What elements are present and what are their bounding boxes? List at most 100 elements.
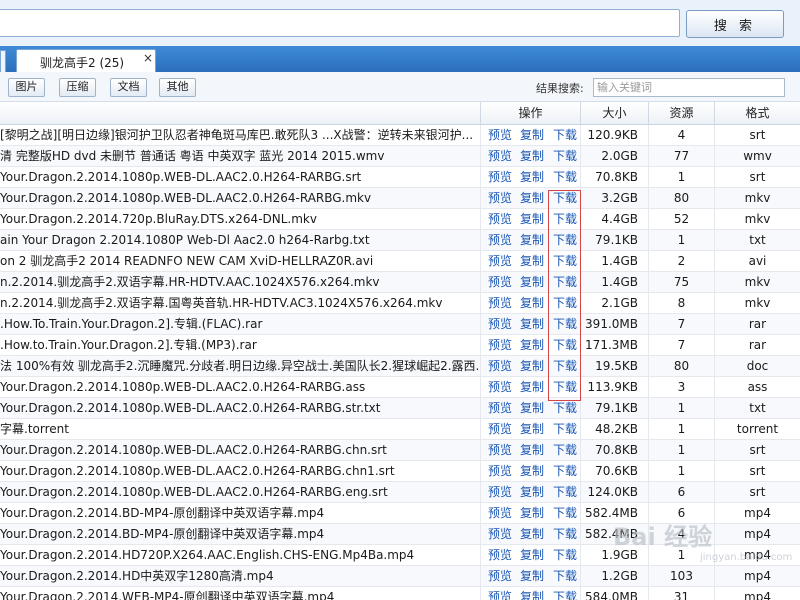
copy-link[interactable]: 复制 [520,125,544,146]
copy-link[interactable]: 复制 [520,314,544,335]
copy-link[interactable]: 复制 [520,587,544,600]
table-row[interactable]: 法 100%有效 驯龙高手2.沉睡魔咒.分歧者.明日边缘.异空战士.美国队长2.… [0,356,800,377]
tab-previous[interactable] [0,50,6,72]
preview-link[interactable]: 预览 [488,377,512,398]
file-name[interactable]: Your.Dragon.2.2014.WEB-MP4-原创翻译中英双语字幕.mp… [0,587,480,600]
file-name[interactable]: n.2.2014.驯龙高手2.双语字幕.国粤英音轨.HR-HDTV.AC3.10… [0,293,480,314]
search-input[interactable] [0,9,680,37]
preview-link[interactable]: 预览 [488,566,512,587]
preview-link[interactable]: 预览 [488,251,512,272]
file-name[interactable]: Your.Dragon.2.2014.1080p.WEB-DL.AAC2.0.H… [0,440,480,461]
preview-link[interactable]: 预览 [488,419,512,440]
preview-link[interactable]: 预览 [488,356,512,377]
download-link[interactable]: 下载 [553,335,577,356]
download-link[interactable]: 下载 [553,293,577,314]
preview-link[interactable]: 预览 [488,587,512,600]
copy-link[interactable]: 复制 [520,419,544,440]
preview-link[interactable]: 预览 [488,398,512,419]
file-name[interactable]: [黎明之战][明日边缘]银河护卫队忍者神龟斑马库巴.敢死队3 ...X战警：逆转… [0,125,480,146]
table-row[interactable]: Your.Dragon.2.2014.BD-MP4-原创翻译中英双语字幕.mp4… [0,503,800,524]
file-name[interactable]: on 2 驯龙高手2 2014 READNFO NEW CAM XviD-HEL… [0,251,480,272]
table-row[interactable]: n.2.2014.驯龙高手2.双语字幕.国粤英音轨.HR-HDTV.AC3.10… [0,293,800,314]
table-row[interactable]: 清 完整版HD dvd 未删节 普通话 粤语 中英双字 蓝光 2014 2015… [0,146,800,167]
table-row[interactable]: Your.Dragon.2.2014.720p.BluRay.DTS.x264-… [0,209,800,230]
copy-link[interactable]: 复制 [520,440,544,461]
table-row[interactable]: Your.Dragon.2.2014.BD-MP4-原创翻译中英双语字幕.mp4… [0,524,800,545]
file-name[interactable]: ain Your Dragon 2.2014.1080P Web-Dl Aac2… [0,230,480,251]
preview-link[interactable]: 预览 [488,440,512,461]
tab-dragon2-results[interactable]: 驯龙高手2 (25) × [16,49,156,72]
copy-link[interactable]: 复制 [520,230,544,251]
copy-link[interactable]: 复制 [520,356,544,377]
copy-link[interactable]: 复制 [520,524,544,545]
copy-link[interactable]: 复制 [520,482,544,503]
preview-link[interactable]: 预览 [488,482,512,503]
copy-link[interactable]: 复制 [520,209,544,230]
download-link[interactable]: 下载 [553,356,577,377]
preview-link[interactable]: 预览 [488,125,512,146]
preview-link[interactable]: 预览 [488,293,512,314]
file-name[interactable]: Your.Dragon.2.2014.BD-MP4-原创翻译中英双语字幕.mp4 [0,503,480,524]
table-row[interactable]: Your.Dragon.2.2014.1080p.WEB-DL.AAC2.0.H… [0,377,800,398]
column-header-format[interactable]: 格式 [714,102,800,125]
preview-link[interactable]: 预览 [488,335,512,356]
copy-link[interactable]: 复制 [520,461,544,482]
copy-link[interactable]: 复制 [520,545,544,566]
copy-link[interactable]: 复制 [520,566,544,587]
preview-link[interactable]: 预览 [488,167,512,188]
file-name[interactable]: Your.Dragon.2.2014.BD-MP4-原创翻译中英双语字幕.mp4 [0,524,480,545]
copy-link[interactable]: 复制 [520,503,544,524]
download-link[interactable]: 下载 [553,125,577,146]
column-header-size[interactable]: 大小 [580,102,648,125]
copy-link[interactable]: 复制 [520,167,544,188]
file-name[interactable]: Your.Dragon.2.2014.HD720P.X264.AAC.Engli… [0,545,480,566]
download-link[interactable]: 下载 [553,230,577,251]
table-row[interactable]: on 2 驯龙高手2 2014 READNFO NEW CAM XviD-HEL… [0,251,800,272]
table-row[interactable]: ain Your Dragon 2.2014.1080P Web-Dl Aac2… [0,230,800,251]
copy-link[interactable]: 复制 [520,293,544,314]
preview-link[interactable]: 预览 [488,146,512,167]
download-link[interactable]: 下载 [553,545,577,566]
file-name[interactable]: Your.Dragon.2.2014.720p.BluRay.DTS.x264-… [0,209,480,230]
file-name[interactable]: .How.To.Train.Your.Dragon.2].专辑.(FLAC).r… [0,314,480,335]
table-row[interactable]: Your.Dragon.2.2014.1080p.WEB-DL.AAC2.0.H… [0,482,800,503]
download-link[interactable]: 下载 [553,377,577,398]
download-link[interactable]: 下载 [553,167,577,188]
preview-link[interactable]: 预览 [488,209,512,230]
download-link[interactable]: 下载 [553,314,577,335]
download-link[interactable]: 下载 [553,398,577,419]
result-search-input[interactable] [593,78,785,97]
download-link[interactable]: 下载 [553,503,577,524]
preview-link[interactable]: 预览 [488,545,512,566]
file-name[interactable]: 法 100%有效 驯龙高手2.沉睡魔咒.分歧者.明日边缘.异空战士.美国队长2.… [0,356,480,377]
table-row[interactable]: .How.to.Train.Your.Dragon.2].专辑.(MP3).ra… [0,335,800,356]
copy-link[interactable]: 复制 [520,272,544,293]
download-link[interactable]: 下载 [553,146,577,167]
file-name[interactable]: 字幕.torrent [0,419,480,440]
copy-link[interactable]: 复制 [520,377,544,398]
download-link[interactable]: 下载 [553,566,577,587]
close-icon[interactable]: × [143,51,153,65]
file-name[interactable]: .How.to.Train.Your.Dragon.2].专辑.(MP3).ra… [0,335,480,356]
copy-link[interactable]: 复制 [520,146,544,167]
search-button[interactable]: 搜 索 [686,10,784,38]
filter-other-button[interactable]: 其他 [159,78,196,97]
table-row[interactable]: Your.Dragon.2.2014.1080p.WEB-DL.AAC2.0.H… [0,167,800,188]
copy-link[interactable]: 复制 [520,188,544,209]
download-link[interactable]: 下载 [553,587,577,600]
download-link[interactable]: 下载 [553,461,577,482]
table-row[interactable]: Your.Dragon.2.2014.HD720P.X264.AAC.Engli… [0,545,800,566]
download-link[interactable]: 下载 [553,482,577,503]
table-row[interactable]: Your.Dragon.2.2014.1080p.WEB-DL.AAC2.0.H… [0,398,800,419]
table-row[interactable]: Your.Dragon.2.2014.1080p.WEB-DL.AAC2.0.H… [0,188,800,209]
file-name[interactable]: Your.Dragon.2.2014.1080p.WEB-DL.AAC2.0.H… [0,461,480,482]
file-name[interactable]: Your.Dragon.2.2014.1080p.WEB-DL.AAC2.0.H… [0,482,480,503]
preview-link[interactable]: 预览 [488,314,512,335]
filter-documents-button[interactable]: 文档 [110,78,147,97]
file-name[interactable]: n.2.2014.驯龙高手2.双语字幕.HR-HDTV.AAC.1024X576… [0,272,480,293]
file-name[interactable]: 清 完整版HD dvd 未删节 普通话 粤语 中英双字 蓝光 2014 2015… [0,146,480,167]
column-header-sources[interactable]: 资源 [648,102,714,125]
preview-link[interactable]: 预览 [488,461,512,482]
filter-archives-button[interactable]: 压缩 [59,78,96,97]
file-name[interactable]: Your.Dragon.2.2014.1080p.WEB-DL.AAC2.0.H… [0,398,480,419]
